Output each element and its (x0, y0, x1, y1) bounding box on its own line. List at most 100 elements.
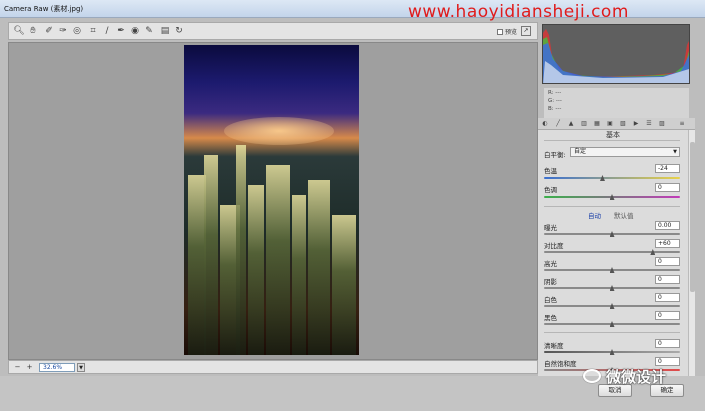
temperature-slider[interactable] (544, 175, 680, 181)
white-balance-value: 自定 (574, 148, 587, 155)
slider-thumb[interactable] (609, 231, 615, 237)
brush-icon[interactable]: ✎ (143, 25, 155, 37)
highlights-slider[interactable] (544, 267, 680, 273)
shadows-slider[interactable] (544, 285, 680, 291)
tab-tone-curve-icon[interactable]: ╱ (554, 120, 562, 128)
white-balance-label: 白平衡: (544, 151, 566, 159)
tab-effects-icon[interactable]: ▧ (619, 120, 627, 128)
panel-scrollbar[interactable] (688, 130, 695, 376)
slider-thumb[interactable] (609, 194, 615, 200)
brand-logo-text: 微微设计 (606, 368, 667, 386)
city-glow (224, 117, 334, 145)
preview-image (184, 45, 359, 355)
slider-thumb[interactable] (609, 267, 615, 273)
slider-thumb[interactable] (609, 303, 615, 309)
whites-field[interactable]: 0 (655, 293, 680, 302)
clarity-field[interactable]: 0 (655, 339, 680, 348)
building (332, 215, 356, 355)
building (204, 155, 218, 355)
tool-bar: 🔍︎ ✋︎ ✐ ✑ ◎ ⌗ ∕ ✒ ◉ ✎ ▤ ↻ 预览 ↗ (8, 22, 538, 40)
red-eye-icon[interactable]: ◉ (129, 25, 141, 37)
histogram (542, 24, 690, 84)
exposure-label: 曝光 (544, 224, 557, 232)
watermark-url: www.haoyidiansheji.com (408, 2, 629, 22)
tab-lens-icon[interactable]: ▣ (606, 120, 614, 128)
tab-hsl-icon[interactable]: ▥ (580, 120, 588, 128)
slider-thumb[interactable] (609, 321, 615, 327)
chevron-down-icon: ▼ (673, 149, 677, 155)
zoom-out-icon[interactable]: − (13, 363, 22, 372)
zoom-in-icon[interactable]: + (25, 363, 34, 372)
blacks-slider[interactable] (544, 321, 680, 327)
exposure-slider[interactable] (544, 231, 680, 237)
divider (544, 140, 680, 141)
building (266, 165, 290, 355)
default-link[interactable]: 默认值 (614, 210, 634, 220)
tint-label: 色调 (544, 186, 557, 194)
blacks-label: 黑色 (544, 314, 557, 322)
building (292, 195, 306, 355)
spot-removal-icon[interactable]: ✒ (115, 25, 127, 37)
vibrance-label: 自然饱和度 (544, 360, 577, 368)
color-sampler-icon[interactable]: ✑ (57, 25, 69, 37)
slider-thumb[interactable] (609, 285, 615, 291)
highlights-field[interactable]: 0 (655, 257, 680, 266)
histogram-graph (543, 29, 689, 83)
slider-thumb[interactable] (650, 249, 656, 255)
panel-tabs: ◐ ╱ ▲ ▥ ▦ ▣ ▧ ▶ ☰ ▨ ≡ (538, 118, 695, 130)
tab-detail-icon[interactable]: ▲ (567, 120, 575, 128)
window-title: Camera Raw (素材.jpg) (4, 5, 84, 13)
status-bar: − + 32.6% ▼ (8, 360, 538, 374)
slider-thumb[interactable] (609, 349, 615, 355)
tab-presets-icon[interactable]: ☰ (645, 120, 653, 128)
white-balance-select[interactable]: 自定 ▼ (570, 147, 680, 157)
straighten-icon[interactable]: ∕ (101, 25, 113, 37)
whites-slider[interactable] (544, 303, 680, 309)
shadows-label: 阴影 (544, 278, 557, 286)
tint-slider[interactable] (544, 194, 680, 200)
crop-icon[interactable]: ⌗ (87, 25, 99, 37)
clarity-label: 清晰度 (544, 342, 564, 350)
contrast-field[interactable]: +60 (655, 239, 680, 248)
temperature-field[interactable]: -24 (655, 164, 680, 173)
rotate-icon[interactable]: ↻ (173, 25, 185, 37)
wechat-logo-icon (583, 369, 601, 383)
building (236, 145, 246, 355)
eyedropper-icon[interactable]: ✐ (43, 25, 55, 37)
scrollbar-thumb[interactable] (690, 142, 695, 292)
slider-thumb[interactable] (599, 175, 605, 181)
target-adjust-icon[interactable]: ◎ (71, 25, 83, 37)
rgb-readout: R: --- G: --- B: --- (544, 88, 689, 118)
highlights-label: 高光 (544, 260, 557, 268)
exposure-field[interactable]: 0.00 (655, 221, 680, 230)
tab-camera-icon[interactable]: ▶ (632, 120, 640, 128)
panel-menu-icon[interactable]: ≡ (678, 120, 686, 128)
contrast-label: 对比度 (544, 242, 564, 250)
zoom-icon[interactable]: 🔍︎ (13, 25, 25, 37)
preview-label: 预览 (505, 29, 518, 36)
vibrance-field[interactable]: 0 (655, 357, 680, 366)
panel-title: 基本 (606, 131, 620, 139)
preview-checkbox[interactable]: 预览 (497, 27, 517, 36)
shadows-field[interactable]: 0 (655, 275, 680, 284)
auto-link[interactable]: 自动 (588, 210, 601, 220)
tint-field[interactable]: 0 (655, 183, 680, 192)
blacks-field[interactable]: 0 (655, 311, 680, 320)
rgb-r: R: --- (548, 90, 562, 96)
tab-snapshots-icon[interactable]: ▨ (658, 120, 666, 128)
building (308, 180, 330, 355)
contrast-slider[interactable] (544, 249, 680, 255)
tab-basic-icon[interactable]: ◐ (541, 120, 549, 128)
whites-label: 白色 (544, 296, 557, 304)
basic-panel: 基本 白平衡: 自定 ▼ 色温 -24 色调 0 自动 默认值 曝光 0.00 … (538, 130, 688, 376)
clarity-slider[interactable] (544, 349, 680, 355)
rgb-g: G: --- (548, 98, 562, 104)
gradient-icon[interactable]: ▤ (159, 25, 171, 37)
hand-icon[interactable]: ✋︎ (27, 25, 39, 37)
divider (544, 206, 680, 207)
fullscreen-icon[interactable]: ↗ (521, 26, 531, 36)
tab-split-toning-icon[interactable]: ▦ (593, 120, 601, 128)
checkbox-box[interactable] (497, 29, 503, 35)
chevron-down-icon[interactable]: ▼ (77, 363, 85, 372)
zoom-level-field[interactable]: 32.6% (39, 363, 75, 372)
